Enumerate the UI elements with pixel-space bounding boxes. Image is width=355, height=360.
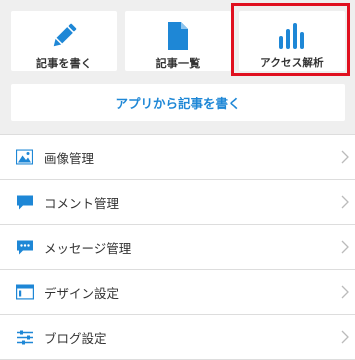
menu-item-label: コメント管理 [44, 195, 120, 211]
highlight-box [231, 3, 350, 76]
window-icon [15, 284, 34, 301]
comment-icon [15, 194, 34, 211]
menu-item-image-management[interactable]: 画像管理 [0, 135, 355, 180]
menu-item-label: 画像管理 [44, 150, 95, 166]
image-icon [15, 149, 34, 166]
menu-item-label: メッセージ管理 [44, 240, 132, 256]
chevron-right-icon [341, 240, 349, 254]
chevron-right-icon [341, 195, 349, 209]
menu-item-label: デザイン設定 [44, 285, 120, 301]
chevron-right-icon [341, 150, 349, 164]
menu-item-label: ブログ設定 [44, 330, 107, 346]
menu-item-design-settings[interactable]: デザイン設定 [0, 270, 355, 315]
menu-item-blog-settings[interactable]: ブログ設定 [0, 315, 355, 360]
article-list-label: 記事一覧 [155, 57, 201, 70]
pencil-icon [44, 20, 84, 51]
message-icon [15, 239, 34, 256]
write-from-app-button[interactable]: アプリから記事を書く [11, 84, 345, 121]
quick-actions: 記事を書く 記事一覧 アクセス解析 アプリから記事を書く [0, 0, 355, 128]
write-article-button[interactable]: 記事を書く [11, 11, 117, 71]
article-list-button[interactable]: 記事一覧 [125, 11, 231, 71]
sliders-icon [15, 329, 34, 346]
write-article-label: 記事を書く [36, 57, 92, 70]
menu-item-comment-management[interactable]: コメント管理 [0, 180, 355, 225]
chevron-right-icon [341, 285, 349, 299]
management-menu: 画像管理 コメント管理 メッセージ管理 デザイン設定 ブログ設定 [0, 134, 355, 360]
document-icon [158, 20, 198, 51]
menu-item-message-management[interactable]: メッセージ管理 [0, 225, 355, 270]
chevron-right-icon [341, 330, 349, 344]
